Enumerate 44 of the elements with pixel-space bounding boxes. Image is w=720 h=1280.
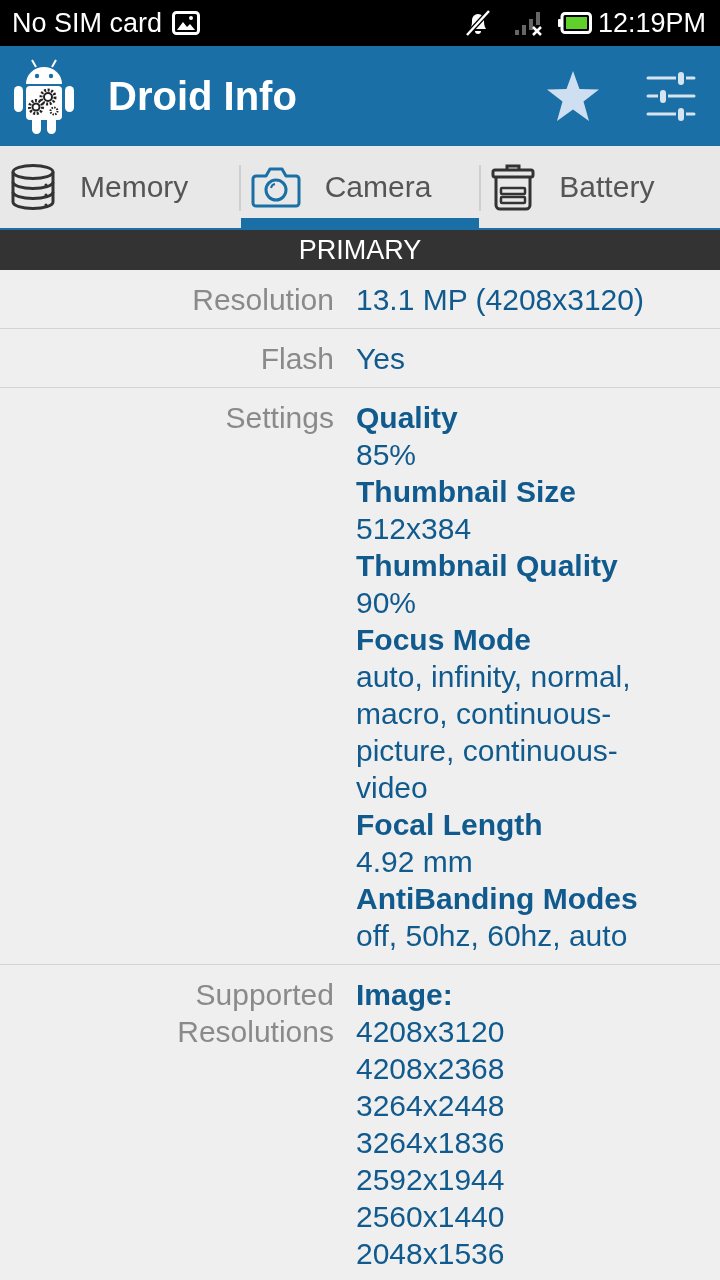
- tab[interactable]: Memory: [0, 146, 239, 228]
- muted-bell-icon: [463, 9, 492, 37]
- trash-can-icon: [491, 163, 536, 211]
- carrier-text: No SIM card: [12, 8, 163, 38]
- group-value: 2592x1944: [356, 1162, 506, 1198]
- group-value: off, 50hz, 60hz, auto: [356, 918, 629, 954]
- group-heading: Focal Length: [356, 807, 544, 843]
- group-value: 3264x1836: [356, 1125, 506, 1161]
- row-value: Yes: [356, 341, 406, 377]
- star-icon: [546, 70, 600, 122]
- robot-gears-logo-icon: [12, 58, 76, 134]
- group-heading: Image:: [356, 977, 454, 1013]
- settings-sliders-button[interactable]: [646, 70, 696, 122]
- clock-text: 12:19PM: [597, 8, 706, 38]
- group-value: 90%: [356, 585, 418, 621]
- section-title: PRIMARY: [298, 235, 422, 265]
- tab[interactable]: Battery: [481, 146, 720, 228]
- group-value: 4208x3120: [356, 1014, 506, 1050]
- group-value: 85%: [356, 437, 418, 473]
- no-signal-icon: [513, 10, 544, 36]
- row-label: Resolution: [192, 282, 334, 318]
- group-value: 4208x2368: [356, 1051, 506, 1087]
- group-value: 3264x2448: [356, 1088, 506, 1124]
- group-value: 2560x1440: [356, 1199, 506, 1235]
- row-label: Supported Resolutions: [176, 977, 334, 1050]
- group-heading: AntiBanding Modes: [356, 881, 639, 917]
- sliders-icon: [646, 70, 696, 122]
- app-title: Droid Info: [108, 73, 297, 119]
- database-icon: [10, 163, 56, 211]
- favorite-star-button[interactable]: [546, 70, 600, 122]
- row-value: 13.1 MP (4208x3120): [356, 282, 645, 318]
- group-value: auto, infinity, normal, macro, continuous-picture, continuous-video: [356, 659, 632, 806]
- group-value: 512x384: [356, 511, 473, 547]
- group-value: 2048x1536: [356, 1236, 506, 1272]
- group-heading: Thumbnail Quality: [356, 548, 619, 584]
- image-icon: [172, 11, 201, 35]
- battery-icon: [557, 12, 592, 34]
- group-heading: Focus Mode: [356, 622, 532, 658]
- group-heading: Thumbnail Size: [356, 474, 578, 510]
- row-label: Settings: [225, 400, 334, 436]
- group-value: 4.92 mm: [356, 844, 474, 880]
- row-label: Flash: [260, 341, 334, 377]
- camera-icon: [250, 166, 301, 208]
- group-heading: Quality: [356, 400, 459, 436]
